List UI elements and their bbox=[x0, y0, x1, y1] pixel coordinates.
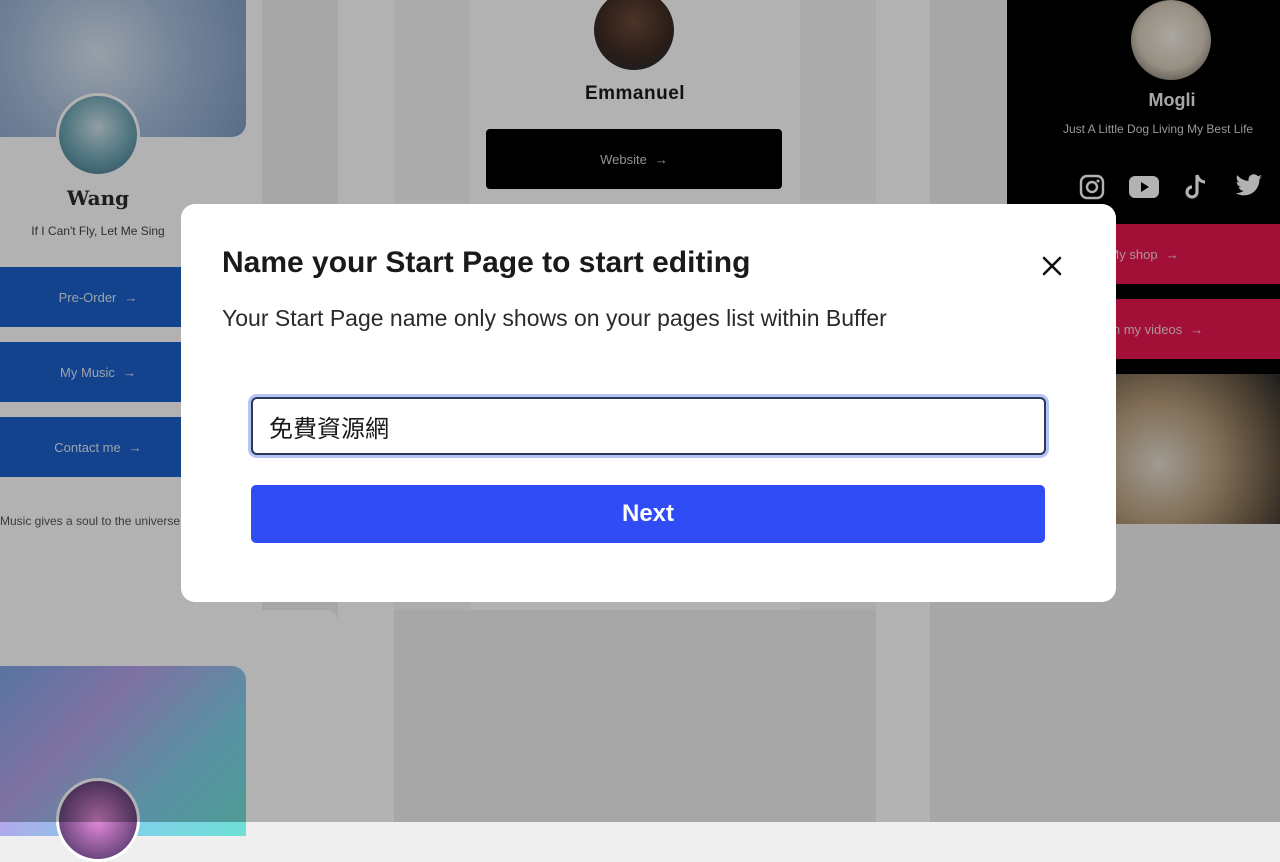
dialog-subtitle: Your Start Page name only shows on your … bbox=[222, 305, 887, 331]
dialog-title: Name your Start Page to start editing bbox=[222, 246, 751, 279]
close-icon[interactable] bbox=[1038, 252, 1066, 280]
next-button[interactable]: Next bbox=[251, 485, 1045, 543]
name-start-page-dialog: Name your Start Page to start editing Yo… bbox=[181, 204, 1116, 602]
start-page-name-input[interactable] bbox=[251, 397, 1046, 455]
